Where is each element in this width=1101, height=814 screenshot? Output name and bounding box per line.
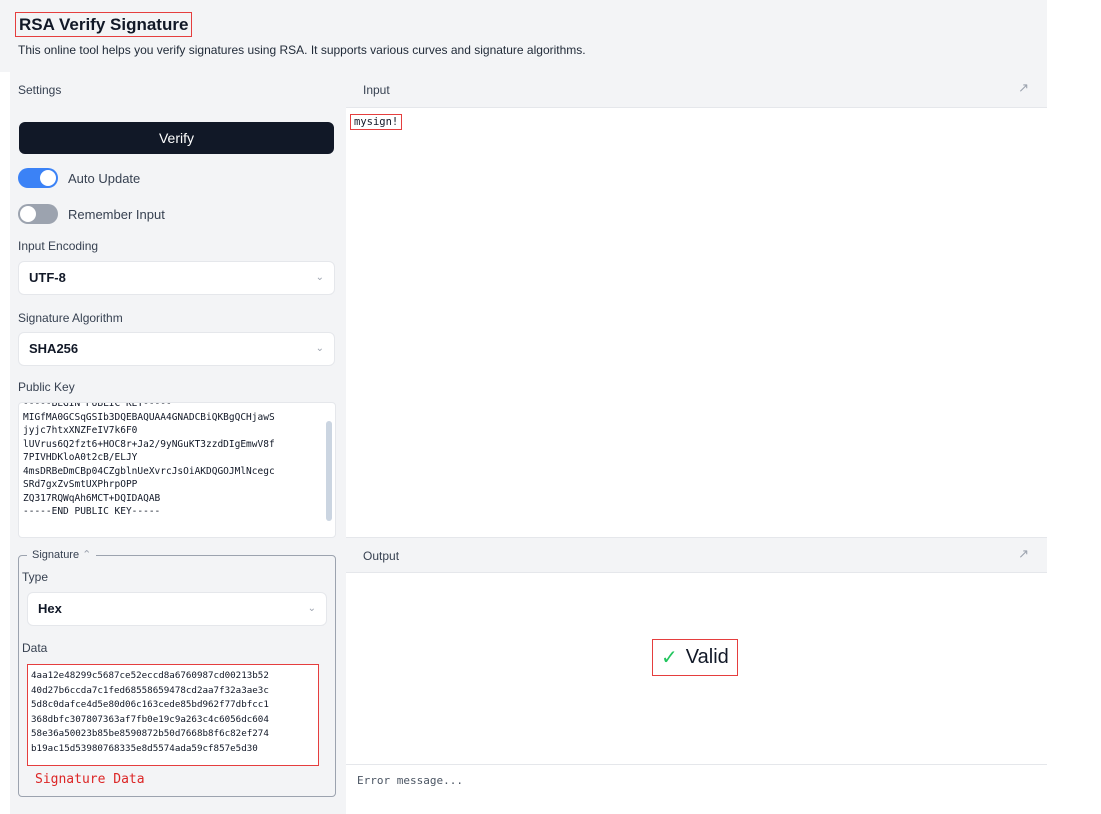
remember-input-toggle[interactable]	[18, 204, 58, 224]
signature-algorithm-select[interactable]: SHA256 ⌄	[18, 332, 335, 366]
signature-type-select[interactable]: Hex ⌄	[27, 592, 327, 626]
public-key-label: Public Key	[18, 380, 75, 394]
error-message-bar: Error message...	[346, 764, 1047, 800]
signature-fieldset: Signature ⌃ Type Hex ⌄ Data 4aa12e48299c…	[18, 548, 336, 797]
signature-legend-label: Signature	[32, 549, 80, 561]
input-encoding-value: UTF-8	[29, 270, 66, 285]
settings-panel: Settings Verify Auto Update Remember Inp…	[10, 72, 346, 814]
signature-legend[interactable]: Signature ⌃	[27, 548, 97, 561]
signature-type-label: Type	[22, 570, 49, 584]
chevron-down-icon: ⌄	[315, 272, 324, 283]
expand-icon[interactable]: ↗	[1018, 546, 1029, 562]
verification-result-text: Valid	[685, 646, 729, 668]
signature-algorithm-value: SHA256	[29, 341, 79, 356]
input-encoding-label: Input Encoding	[18, 239, 99, 253]
input-encoding-select[interactable]: UTF-8 ⌄	[18, 261, 335, 295]
chevron-down-icon: ⌄	[315, 343, 324, 354]
error-message: Error message...	[357, 774, 463, 787]
output-heading: Output	[363, 549, 400, 563]
input-textarea[interactable]: mysign!	[350, 114, 403, 130]
signature-data-textarea[interactable]: 4aa12e48299c5687ce52eccd8a6760987cd00213…	[27, 664, 319, 766]
toggle-knob	[20, 206, 36, 222]
toggle-knob	[40, 170, 56, 186]
input-header: Input ↗	[346, 72, 1047, 108]
page-header: RSA Verify Signature This online tool he…	[0, 0, 1047, 72]
signature-data-label: Data	[22, 641, 48, 655]
signature-data-annotation: Signature Data	[35, 772, 145, 787]
signature-algorithm-label: Signature Algorithm	[18, 311, 123, 325]
signature-type-value: Hex	[38, 601, 62, 616]
auto-update-toggle-row[interactable]: Auto Update	[18, 167, 140, 189]
auto-update-label: Auto Update	[68, 170, 141, 186]
signature-data-text: 4aa12e48299c5687ce52eccd8a6760987cd00213…	[31, 670, 269, 754]
expand-icon[interactable]: ↗	[1018, 80, 1029, 96]
io-panel: Input ↗ mysign! Output ↗ ✓ Valid Error m…	[346, 72, 1047, 814]
settings-heading: Settings	[18, 83, 62, 97]
verify-button[interactable]: Verify	[19, 122, 334, 154]
page-title: RSA Verify Signature	[15, 12, 193, 37]
public-key-textarea[interactable]: -----BEGIN PUBLIC KEY----- MIGfMA0GCSqGS…	[18, 402, 336, 538]
chevron-down-icon: ⌄	[307, 603, 316, 614]
remember-input-toggle-row[interactable]: Remember Input	[18, 203, 165, 225]
auto-update-toggle[interactable]	[18, 168, 58, 188]
chevron-up-icon: ⌃	[82, 549, 92, 561]
page-subtitle: This online tool helps you verify signat…	[18, 43, 586, 57]
public-key-scrollbar[interactable]	[326, 421, 332, 521]
public-key-text: -----BEGIN PUBLIC KEY----- MIGfMA0GCSqGS…	[23, 402, 275, 517]
output-header: Output ↗	[346, 537, 1047, 573]
input-heading: Input	[363, 83, 390, 97]
remember-input-label: Remember Input	[68, 206, 165, 222]
verification-result: ✓ Valid	[652, 639, 738, 676]
check-icon: ✓	[661, 647, 678, 669]
